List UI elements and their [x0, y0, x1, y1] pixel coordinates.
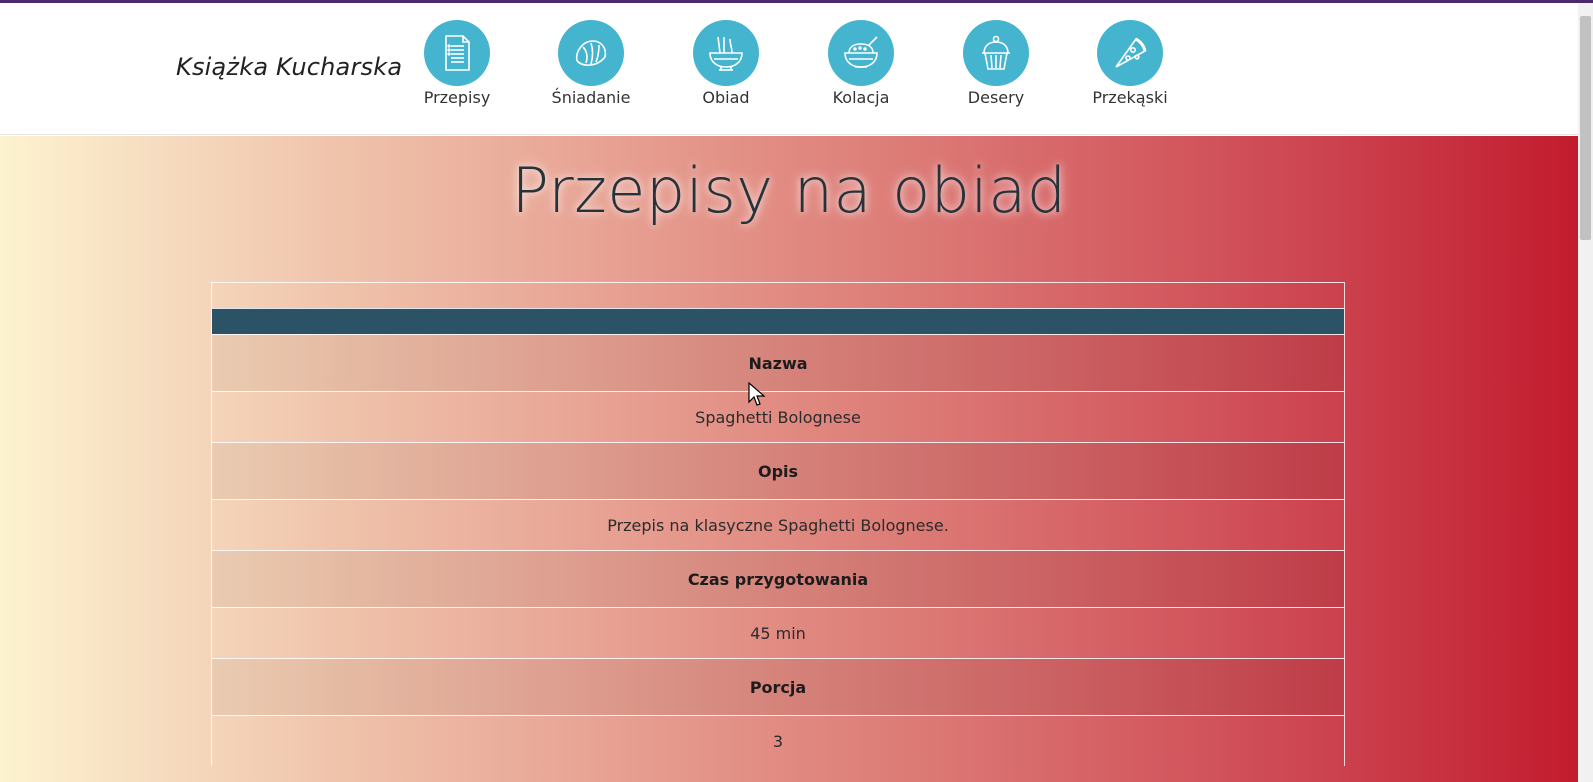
nav-label: Śniadanie [551, 88, 631, 107]
mouse-cursor-icon [748, 382, 766, 406]
nav-label: Obiad [702, 88, 750, 107]
croissant-icon [558, 20, 624, 86]
nav-item-sniadanie[interactable]: Śniadanie [536, 20, 646, 110]
recipe-document-icon [424, 20, 490, 86]
main-content: Przepisy na obiad Nazwa Spaghetti Bologn… [0, 136, 1578, 782]
nav-item-przekaski[interactable]: Przekąski [1075, 20, 1185, 110]
recipe-table: Nazwa Spaghetti Bolognese Opis Przepis n… [211, 282, 1345, 766]
table-row-name-value: Spaghetti Bolognese [212, 391, 1344, 442]
nav-label: Kolacja [832, 88, 890, 107]
nav-item-kolacja[interactable]: Kolacja [806, 20, 916, 110]
table-row-description-value: Przepis na klasyczne Spaghetti Bolognese… [212, 499, 1344, 550]
nav-label: Desery [967, 88, 1025, 107]
table-header-bar [212, 308, 1344, 334]
cupcake-icon [963, 20, 1029, 86]
nav-item-obiad[interactable]: Obiad [671, 20, 781, 110]
table-row-servings-value: 3 [212, 715, 1344, 766]
nav-item-desery[interactable]: Desery [941, 20, 1051, 110]
nav-label: Przekąski [1092, 88, 1168, 107]
noodle-bowl-icon [693, 20, 759, 86]
scrollbar-thumb[interactable] [1580, 16, 1591, 240]
table-row-servings-header: Porcja [212, 658, 1344, 715]
site-brand[interactable]: Książka Kucharska [176, 53, 402, 81]
table-empty-row [212, 282, 1344, 308]
table-row-description-header: Opis [212, 442, 1344, 499]
site-header: Książka Kucharska Przepisy Śniadanie Obi… [0, 3, 1578, 135]
nav-label: Przepisy [423, 88, 491, 107]
rice-bowl-icon [828, 20, 894, 86]
nav-item-przepisy[interactable]: Przepisy [402, 20, 512, 110]
table-row-prep-time-value: 45 min [212, 607, 1344, 658]
page-title: Przepisy na obiad [511, 154, 1067, 227]
table-row-prep-time-header: Czas przygotowania [212, 550, 1344, 607]
table-row-name-header: Nazwa [212, 334, 1344, 391]
pizza-slice-icon [1097, 20, 1163, 86]
